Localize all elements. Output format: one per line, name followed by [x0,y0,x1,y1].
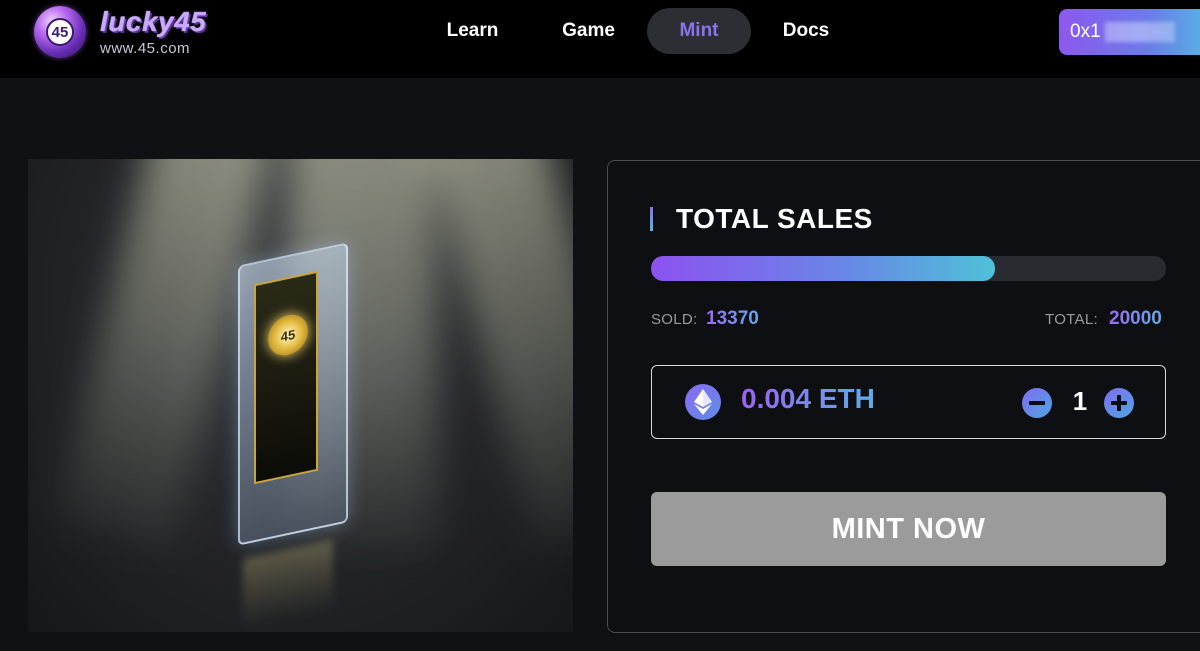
wallet-address-redacted [1104,21,1175,42]
mint-price: 0.004 ETH [741,383,875,414]
light-beam [420,159,573,549]
ethereum-icon [685,384,721,420]
sold-value: 13370 [706,308,759,329]
nav-game[interactable]: Game [536,8,641,54]
increase-quantity-button[interactable] [1104,388,1134,418]
quantity-value: 1 [1072,386,1088,416]
card-reflection [243,539,333,629]
wallet-address: 0x1 [1070,21,1101,42]
total-value: 20000 [1109,308,1162,329]
logo-wordmark: lucky45 [100,6,207,37]
mint-panel: TOTAL SALES SOLD: 13370 TOTAL: 20000 0.0… [607,160,1200,633]
nft-card: 45 [238,242,348,546]
logo-ball-icon: 45 [34,6,86,58]
sales-progress-bar [651,256,1166,281]
nft-preview-image: 45 [28,159,573,632]
sold-label: SOLD: [651,311,698,328]
logo-url: www.45.com [100,40,191,57]
section-accent-bar [650,207,653,231]
card-face: 45 [254,270,318,485]
card-coin-icon: 45 [268,310,308,360]
total-label: TOTAL: [1045,311,1098,328]
top-header: 45 lucky45 www.45.com Learn Game Mint Do… [0,0,1200,78]
nav-docs[interactable]: Docs [758,8,854,54]
site-logo[interactable]: 45 lucky45 www.45.com [30,2,210,60]
logo-number: 45 [46,18,74,46]
nav-mint[interactable]: Mint [647,8,751,54]
decrease-quantity-button[interactable] [1022,388,1052,418]
sales-progress-fill [651,256,996,281]
wallet-button[interactable]: 0x1 [1059,9,1200,55]
section-title: TOTAL SALES [676,203,873,234]
mint-now-button[interactable]: MINT NOW [651,492,1166,566]
price-quantity-box: 0.004 ETH 1 [651,365,1166,439]
nav-learn[interactable]: Learn [420,8,525,54]
